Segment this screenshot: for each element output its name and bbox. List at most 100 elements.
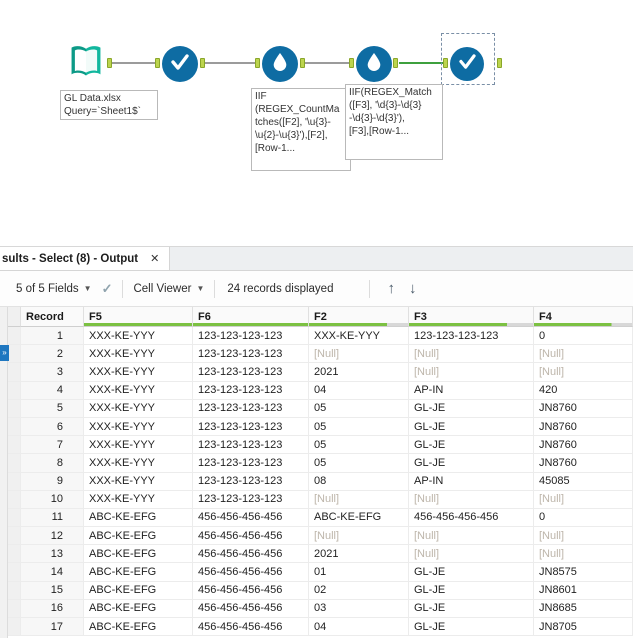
- record-number[interactable]: 16: [21, 599, 84, 618]
- cell[interactable]: JN8760: [534, 454, 633, 473]
- input-anchor[interactable]: [443, 58, 448, 68]
- cell[interactable]: 123-123-123-123: [193, 345, 309, 364]
- record-number[interactable]: 12: [21, 527, 84, 546]
- results-tab[interactable]: sults - Select (8) - Output ✕: [0, 247, 171, 270]
- table-row[interactable]: 15 ABC-KE-EFG 456-456-456-456 02 GL-JE JN8601: [8, 581, 633, 600]
- cell[interactable]: ABC-KE-EFG: [84, 508, 193, 528]
- table-row[interactable]: 17 ABC-KE-EFG 456-456-456-456 04 GL-JE JN8705: [8, 618, 633, 637]
- scroll-down-icon[interactable]: ↓: [409, 280, 417, 297]
- cell[interactable]: 456-456-456-456: [193, 563, 309, 582]
- cell[interactable]: [Null]: [409, 363, 534, 382]
- cell[interactable]: JN8685: [534, 599, 633, 618]
- select-tool-selected[interactable]: [450, 47, 484, 81]
- table-row[interactable]: 13 ABC-KE-EFG 456-456-456-456 2021 [Null] [Nu…: [8, 545, 633, 564]
- record-number[interactable]: 5: [21, 399, 84, 418]
- cell[interactable]: GL-JE: [409, 563, 534, 582]
- row-handle[interactable]: [8, 454, 21, 473]
- cell[interactable]: ABC-KE-EFG: [309, 508, 409, 528]
- table-row[interactable]: 16 ABC-KE-EFG 456-456-456-456 03 GL-JE JN8685: [8, 599, 633, 618]
- cell[interactable]: XXX-KE-YYY: [84, 327, 193, 346]
- scroll-up-icon[interactable]: ↑: [387, 280, 395, 297]
- record-number[interactable]: 3: [21, 363, 84, 382]
- row-handle[interactable]: [8, 327, 21, 346]
- formula1-annotation[interactable]: IIF (REGEX_CountMa tches([F2], '\u{3}- \…: [251, 88, 351, 171]
- workflow-canvas[interactable]: GL Data.xlsx Query=`Sheet1$` IIF (REGEX_…: [0, 0, 633, 246]
- cell[interactable]: 456-456-456-456: [193, 508, 309, 528]
- cell[interactable]: 2021: [309, 545, 409, 564]
- cell[interactable]: 456-456-456-456: [193, 618, 309, 637]
- cell[interactable]: AP-IN: [409, 381, 534, 400]
- record-number[interactable]: 11: [21, 508, 84, 528]
- table-row[interactable]: 8 XXX-KE-YYY 123-123-123-123 05 GL-JE JN8760: [8, 454, 633, 473]
- cell[interactable]: 123-123-123-123: [193, 363, 309, 382]
- fields-dropdown[interactable]: 5 of 5 Fields ▼: [16, 283, 92, 295]
- cell[interactable]: [Null]: [534, 490, 633, 509]
- cell[interactable]: GL-JE: [409, 581, 534, 600]
- row-handle[interactable]: [8, 381, 21, 400]
- output-anchor[interactable]: [300, 58, 305, 68]
- row-handle[interactable]: [8, 545, 21, 564]
- cell[interactable]: 08: [309, 472, 409, 491]
- record-number[interactable]: 9: [21, 472, 84, 491]
- row-handle[interactable]: [8, 363, 21, 382]
- record-number[interactable]: 1: [21, 327, 84, 346]
- cell[interactable]: 456-456-456-456: [193, 581, 309, 600]
- cell[interactable]: [Null]: [409, 545, 534, 564]
- table-row[interactable]: 1 XXX-KE-YYY 123-123-123-123 XXX-KE-YYY 123-…: [8, 327, 633, 346]
- record-number[interactable]: 6: [21, 417, 84, 437]
- cell[interactable]: 123-123-123-123: [193, 454, 309, 473]
- cell[interactable]: 456-456-456-456: [193, 545, 309, 564]
- row-handle[interactable]: [8, 345, 21, 364]
- table-row[interactable]: 10 XXX-KE-YYY 123-123-123-123 [Null] [Null][…: [8, 490, 633, 509]
- column-header-f6[interactable]: F6: [193, 307, 309, 327]
- cell[interactable]: 04: [309, 381, 409, 400]
- cell[interactable]: ABC-KE-EFG: [84, 563, 193, 582]
- table-row[interactable]: 3 XXX-KE-YYY 123-123-123-123 2021 [Null] [Nul…: [8, 363, 633, 382]
- cell[interactable]: GL-JE: [409, 599, 534, 618]
- cell[interactable]: 04: [309, 618, 409, 637]
- cell[interactable]: 123-123-123-123: [193, 417, 309, 437]
- output-anchor[interactable]: [200, 58, 205, 68]
- table-row[interactable]: 6 XXX-KE-YYY 123-123-123-123 05 GL-JE JN8760: [8, 417, 633, 437]
- cell[interactable]: GL-JE: [409, 618, 534, 637]
- record-number[interactable]: 7: [21, 436, 84, 455]
- cell[interactable]: [Null]: [534, 527, 633, 546]
- cell[interactable]: 0: [534, 327, 633, 346]
- cell[interactable]: 123-123-123-123: [193, 399, 309, 418]
- row-handle[interactable]: [8, 417, 21, 437]
- cell[interactable]: 01: [309, 563, 409, 582]
- apply-check-icon[interactable]: ✓: [102, 281, 113, 297]
- output-anchor[interactable]: [393, 58, 398, 68]
- record-number[interactable]: 8: [21, 454, 84, 473]
- formula2-annotation[interactable]: IIF(REGEX_Match ([F3], '\d{3}-\d{3} -\d{…: [345, 84, 443, 160]
- table-row[interactable]: 4 XXX-KE-YYY 123-123-123-123 04 AP-IN 420: [8, 381, 633, 400]
- cell[interactable]: XXX-KE-YYY: [84, 345, 193, 364]
- cell[interactable]: XXX-KE-YYY: [84, 417, 193, 437]
- cell[interactable]: GL-JE: [409, 417, 534, 437]
- output-anchor[interactable]: [107, 58, 112, 68]
- cell[interactable]: JN8705: [534, 618, 633, 637]
- cell[interactable]: [Null]: [309, 490, 409, 509]
- cell[interactable]: 123-123-123-123: [193, 381, 309, 400]
- cell[interactable]: XXX-KE-YYY: [84, 436, 193, 455]
- row-handle[interactable]: [8, 599, 21, 618]
- table-row[interactable]: 7 XXX-KE-YYY 123-123-123-123 05 GL-JE JN8760: [8, 436, 633, 455]
- cell[interactable]: GL-JE: [409, 399, 534, 418]
- output-anchor[interactable]: [497, 58, 502, 68]
- table-row[interactable]: 14 ABC-KE-EFG 456-456-456-456 01 GL-JE JN8575: [8, 563, 633, 582]
- cell-viewer-dropdown[interactable]: Cell Viewer ▼: [133, 283, 204, 295]
- cell[interactable]: 123-123-123-123: [193, 490, 309, 509]
- cell[interactable]: XXX-KE-YYY: [84, 490, 193, 509]
- record-number[interactable]: 4: [21, 381, 84, 400]
- cell[interactable]: [Null]: [534, 545, 633, 564]
- cell[interactable]: GL-JE: [409, 454, 534, 473]
- input-data-tool[interactable]: [66, 41, 106, 81]
- cell[interactable]: 456-456-456-456: [193, 527, 309, 546]
- cell[interactable]: 456-456-456-456: [193, 599, 309, 618]
- record-number[interactable]: 13: [21, 545, 84, 564]
- record-number[interactable]: 14: [21, 563, 84, 582]
- input-tool-annotation[interactable]: GL Data.xlsx Query=`Sheet1$`: [60, 90, 158, 120]
- select-tool[interactable]: [162, 46, 198, 82]
- multi-row-formula-tool-2[interactable]: [356, 46, 392, 82]
- cell[interactable]: 45085: [534, 472, 633, 491]
